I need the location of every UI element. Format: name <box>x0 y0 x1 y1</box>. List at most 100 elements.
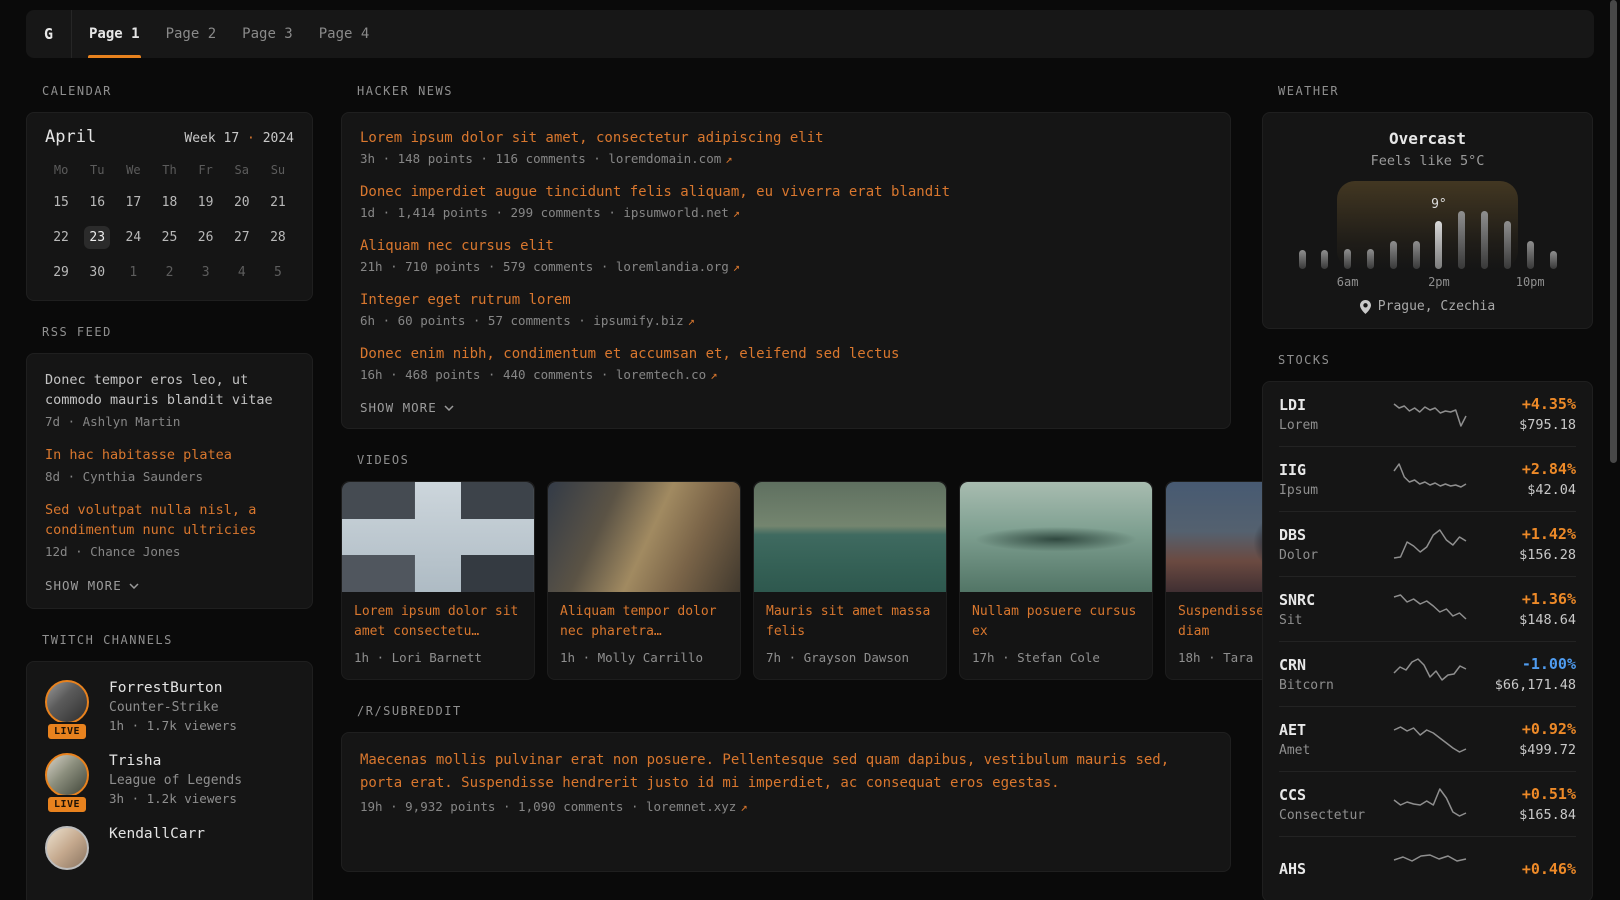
video-meta: 17h · Stefan Cole <box>972 650 1140 665</box>
item-domain-link[interactable]: loremlandia.org <box>616 259 729 274</box>
rss-item-link[interactable]: In hac habitasse platea <box>45 445 294 465</box>
stock-row[interactable]: CRNBitcorn-1.00%$66,171.48 <box>1279 641 1576 706</box>
stock-change: +1.36% <box>1484 590 1576 608</box>
stock-row[interactable]: CCSConsectetur+0.51%$165.84 <box>1279 771 1576 836</box>
calendar-day: 28 <box>260 220 296 255</box>
external-link-icon: ↗ <box>725 152 732 166</box>
tab-page-4[interactable]: Page 4 <box>306 10 383 58</box>
rss-show-more-button[interactable]: SHOW MORE <box>45 578 139 593</box>
tab-page-3[interactable]: Page 3 <box>229 10 306 58</box>
twitch-channel-list: LIVEForrestBurtonCounter-Strike1h · 1.7k… <box>45 680 294 870</box>
tab-page-2[interactable]: Page 2 <box>153 10 230 58</box>
hackernews-item: Donec imperdiet augue tincidunt felis al… <box>360 181 1212 220</box>
hackernews-item-link[interactable]: Donec imperdiet augue tincidunt felis al… <box>360 181 1212 203</box>
stock-row[interactable]: AHS+0.46% <box>1279 836 1576 900</box>
hackernews-item-link[interactable]: Integer eget rutrum lorem <box>360 289 1212 311</box>
hackernews-widget-label: HACKER NEWS <box>357 84 1231 98</box>
time-axis-label: 2pm <box>1428 275 1450 289</box>
avatar <box>45 826 93 870</box>
calendar-weekday: Mo <box>43 163 79 185</box>
item-domain-link[interactable]: ipsumify.biz <box>593 313 683 328</box>
rss-item-link[interactable]: Donec tempor eros leo, ut commodo mauris… <box>45 370 294 410</box>
stock-row[interactable]: LDILorem+4.35%$795.18 <box>1279 382 1576 446</box>
stock-row[interactable]: SNRCSit+1.36%$148.64 <box>1279 576 1576 641</box>
stock-symbol: IIG <box>1279 461 1375 479</box>
stock-row[interactable]: AETAmet+0.92%$499.72 <box>1279 706 1576 771</box>
rss-item-link[interactable]: Sed volutpat nulla nisl, a condimentum n… <box>45 500 294 540</box>
twitch-channel-row[interactable]: LIVETrishaLeague of Legends3h · 1.2k vie… <box>45 753 294 806</box>
weather-bar <box>1504 221 1511 269</box>
app-logo[interactable]: G <box>26 10 72 58</box>
post-domain-link[interactable]: loremnet.xyz <box>646 799 736 814</box>
stock-symbol: LDI <box>1279 396 1375 414</box>
weather-bar <box>1367 249 1374 269</box>
video-meta: 1h · Lori Barnett <box>354 650 522 665</box>
twitch-channel-row[interactable]: KendallCarr <box>45 826 294 870</box>
stock-name: Sit <box>1279 613 1375 628</box>
stock-row[interactable]: IIGIpsum+2.84%$42.04 <box>1279 446 1576 511</box>
stock-info: DBSDolor <box>1279 526 1375 563</box>
hackernews-item-meta: 16h · 468 points · 440 comments · loremt… <box>360 367 1212 382</box>
twitch-channel-name[interactable]: Trisha <box>109 753 242 769</box>
stock-price: $165.84 <box>1484 807 1576 823</box>
calendar-day-number: 3 <box>193 261 219 284</box>
calendar-day: 16 <box>79 185 115 220</box>
hackernews-item-link[interactable]: Donec enim nibh, condimentum et accumsan… <box>360 343 1212 365</box>
stock-sparkline-wrap <box>1375 785 1484 823</box>
stocks-widget-label: STOCKS <box>1278 353 1593 367</box>
item-domain-link[interactable]: ipsumworld.net <box>623 205 728 220</box>
video-card[interactable]: Mauris sit amet massa felis7h · Grayson … <box>753 481 947 680</box>
weather-bar <box>1527 241 1534 269</box>
scrollbar-thumb[interactable] <box>1610 0 1617 463</box>
video-title: Lorem ipsum dolor sit amet consectetu… <box>354 602 522 642</box>
stock-sparkline <box>1392 785 1468 823</box>
calendar-widget: CALENDAR April Week 17 · 2024 MoTuWeThFr… <box>26 84 313 301</box>
video-card[interactable]: Aliquam tempor dolor nec pharetra…1h · M… <box>547 481 741 680</box>
subreddit-post-link[interactable]: Maecenas mollis pulvinar erat non posuer… <box>360 749 1212 795</box>
hackernews-item-link[interactable]: Aliquam nec cursus elit <box>360 235 1212 257</box>
hackernews-show-more-button[interactable]: SHOW MORE <box>360 400 454 415</box>
video-meta: 18h · Tara <box>1178 650 1262 665</box>
weather-bar <box>1321 250 1328 269</box>
subreddit-widget-label: /R/SUBREDDIT <box>357 704 1231 718</box>
hackernews-item-link[interactable]: Lorem ipsum dolor sit amet, consectetur … <box>360 127 1212 149</box>
hackernews-item-meta: 1d · 1,414 points · 299 comments · ipsum… <box>360 205 1212 220</box>
tab-label: Page 2 <box>166 26 217 42</box>
stock-row[interactable]: DBSDolor+1.42%$156.28 <box>1279 511 1576 576</box>
stock-sparkline-wrap <box>1375 655 1484 693</box>
video-card[interactable]: Lorem ipsum dolor sit amet consectetu… 1h… <box>341 481 535 680</box>
twitch-channel-name[interactable]: KendallCarr <box>109 826 205 842</box>
stock-sparkline-wrap <box>1375 460 1484 498</box>
weather-bar <box>1390 241 1397 269</box>
stock-info: CRNBitcorn <box>1279 656 1375 693</box>
videos-row: Lorem ipsum dolor sit amet consectetu… 1h… <box>341 481 1262 680</box>
post-meta-text: 19h · 9,932 points · 1,090 comments <box>360 799 623 814</box>
weather-bar <box>1344 249 1351 269</box>
video-card[interactable]: Suspendisse diam18h · Tara <box>1165 481 1262 680</box>
calendar-day-number: 4 <box>229 261 255 284</box>
twitch-channel-row[interactable]: LIVEForrestBurtonCounter-Strike1h · 1.7k… <box>45 680 294 733</box>
video-card[interactable]: Nullam posuere cursus ex17h · Stefan Col… <box>959 481 1153 680</box>
stock-sparkline <box>1392 525 1468 563</box>
item-domain-link[interactable]: loremtech.co <box>616 367 706 382</box>
twitch-channel-name[interactable]: ForrestBurton <box>109 680 237 696</box>
external-link-icon: ↗ <box>688 314 695 328</box>
calendar-header: April Week 17 · 2024 <box>43 127 296 147</box>
live-badge: LIVE <box>46 795 88 814</box>
stock-symbol: SNRC <box>1279 591 1375 609</box>
twitch-channel-game: Counter-Strike <box>109 700 237 715</box>
rss-item: In hac habitasse platea8d · Cynthia Saun… <box>45 445 294 484</box>
calendar-weekday: Su <box>260 163 296 185</box>
calendar-day: 2 <box>151 255 187 290</box>
stock-symbol: DBS <box>1279 526 1375 544</box>
tab-page-1[interactable]: Page 1 <box>76 10 153 58</box>
stock-price: $66,171.48 <box>1484 677 1576 693</box>
time-axis-label: 10pm <box>1516 275 1545 289</box>
calendar-day-number: 18 <box>156 191 182 214</box>
stock-info: IIGIpsum <box>1279 461 1375 498</box>
rss-card: Donec tempor eros leo, ut commodo mauris… <box>26 353 313 609</box>
calendar-day-number: 28 <box>265 226 291 249</box>
item-domain-link[interactable]: loremdomain.com <box>608 151 721 166</box>
stock-name: Lorem <box>1279 418 1375 433</box>
rss-item: Donec tempor eros leo, ut commodo mauris… <box>45 370 294 429</box>
